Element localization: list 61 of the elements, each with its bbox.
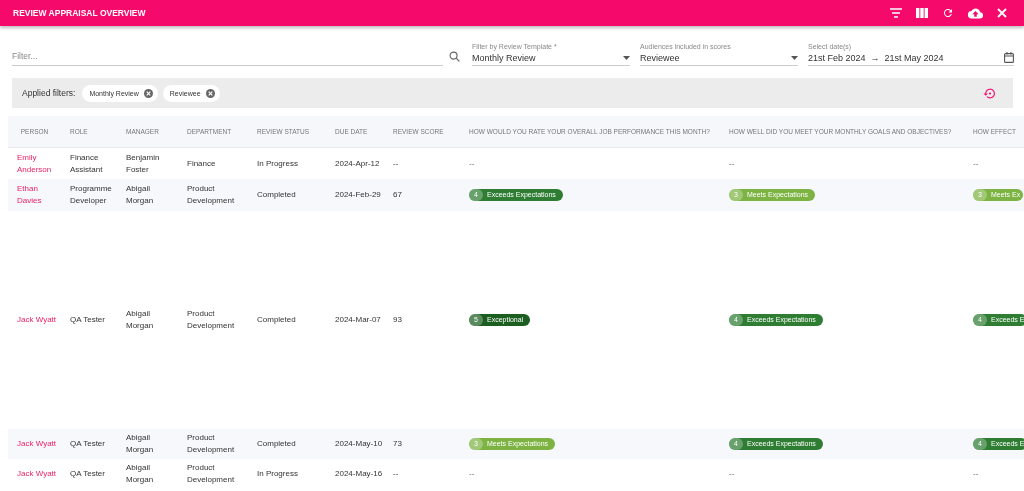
- person-link[interactable]: Emily Anderson: [17, 151, 61, 176]
- remove-icon[interactable]: [205, 88, 215, 98]
- close-icon[interactable]: [997, 8, 1007, 18]
- table-cell: Benjamin Foster: [126, 152, 160, 174]
- table-cell: QA Tester: [70, 439, 105, 448]
- table-cell: Abigail Morgan: [126, 309, 154, 330]
- columns-icon[interactable]: [916, 8, 928, 18]
- table-cell: --: [393, 469, 399, 478]
- app-title: REVIEW APPRAISAL OVERVIEW: [13, 8, 146, 18]
- table-cell: Completed: [257, 439, 296, 448]
- table-cell: Product Development: [187, 433, 235, 454]
- table-cell: 2024-Apr-12: [335, 158, 380, 168]
- table-cell: Abigail Morgan: [126, 463, 154, 484]
- dropdown-icon: [623, 55, 630, 60]
- cloud-upload-icon[interactable]: [968, 7, 983, 19]
- table-cell: 2024-May-16: [335, 469, 383, 478]
- table-cell: Finance: [187, 158, 216, 168]
- table-cell: Product Development: [187, 463, 235, 484]
- table-cell: Product Development: [187, 184, 235, 205]
- refresh-icon[interactable]: [942, 7, 954, 19]
- table-cell: Programme Developer: [70, 184, 112, 205]
- dropdown-icon: [791, 55, 798, 60]
- select-value: Reviewee: [640, 52, 680, 63]
- start-date: 21st Feb 2024: [808, 52, 866, 63]
- search-icon: [449, 50, 460, 62]
- range-arrow: →: [870, 52, 880, 63]
- table-cell: In Progress: [257, 469, 298, 478]
- table-cell: QA Tester: [70, 469, 105, 478]
- table-cell: Finance Assistant: [70, 152, 103, 174]
- filter-icon[interactable]: [890, 8, 902, 18]
- table-cell: 2024-Feb-29: [335, 190, 381, 199]
- search-field[interactable]: Filter...: [12, 46, 443, 66]
- table-cell: Completed: [257, 190, 296, 199]
- applied-filters-label: Applied filters:: [22, 88, 76, 98]
- table-cell: 67: [393, 190, 402, 199]
- table-cell: --: [469, 469, 475, 478]
- select-value: Monthly Review: [472, 52, 536, 63]
- table-cell: --: [393, 158, 399, 168]
- table-cell: --: [973, 469, 979, 478]
- table-cell: Completed: [257, 315, 296, 324]
- table-cell: 2024-Mar-07: [335, 315, 381, 324]
- table-cell: 93: [393, 315, 402, 324]
- person-link[interactable]: Jack Wyatt: [17, 468, 61, 480]
- table-cell: Product Development: [187, 309, 235, 330]
- table-cell: --: [729, 469, 735, 478]
- table-cell: In Progress: [257, 158, 298, 168]
- person-link[interactable]: Jack Wyatt: [17, 438, 61, 450]
- table-cell: --: [469, 158, 475, 168]
- calendar-icon: [1004, 52, 1014, 63]
- person-link[interactable]: Jack Wyatt: [17, 314, 61, 326]
- table-cell: --: [973, 158, 979, 168]
- table-cell: Abigail Morgan: [126, 433, 154, 454]
- table-cell: --: [729, 158, 735, 168]
- table-cell: QA Tester: [70, 315, 105, 324]
- reset-icon[interactable]: [983, 86, 996, 100]
- end-date: 21st May 2024: [884, 52, 944, 63]
- remove-icon[interactable]: [143, 88, 153, 98]
- table-cell: Abigail Morgan: [126, 184, 154, 205]
- table-cell: 2024-May-10: [335, 439, 383, 448]
- person-link[interactable]: Ethan Davies: [17, 183, 61, 207]
- table-cell: 73: [393, 439, 402, 448]
